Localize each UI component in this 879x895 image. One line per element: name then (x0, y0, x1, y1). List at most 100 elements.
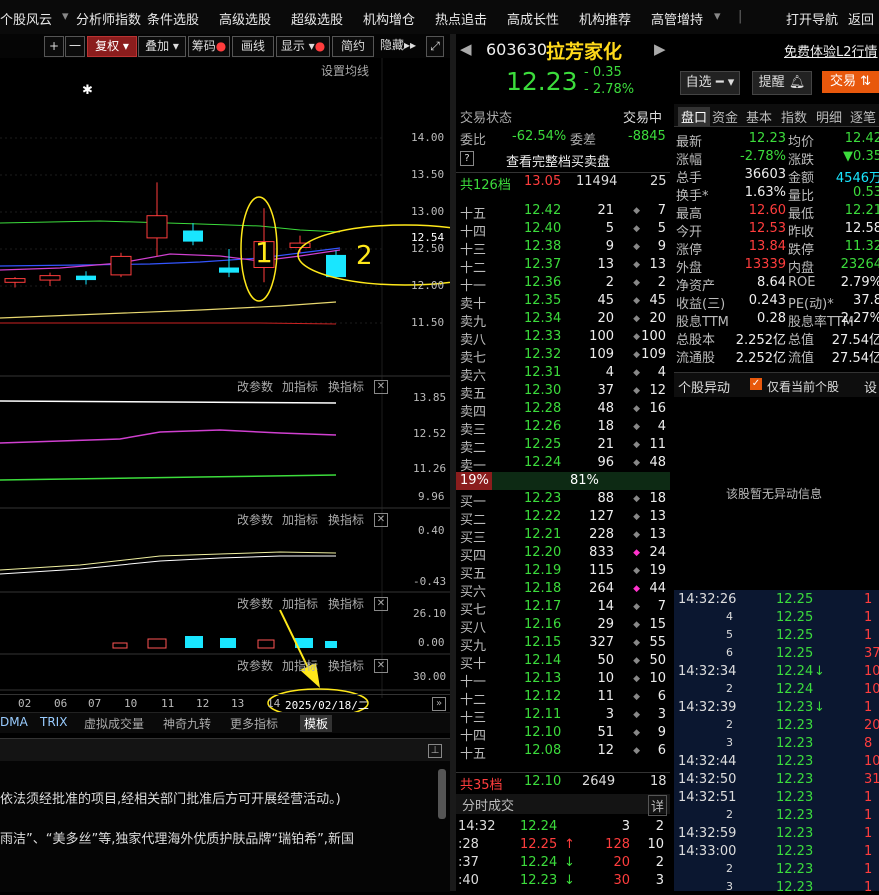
ma-settings-link[interactable]: 设置均线 (321, 62, 369, 79)
buy-level-row[interactable]: 十二 12.12 11 ◆ 6 (456, 688, 670, 708)
sell-level-row[interactable]: 十四 12.40 5 ◆ 5 (456, 220, 670, 240)
buy-level-row[interactable]: 买五 12.19 115 ◆ 19 (456, 562, 670, 582)
candle-body[interactable] (110, 255, 132, 276)
sell-level-row[interactable]: 卖五 12.30 37 ◆ 12 (456, 382, 670, 402)
tab-jiben[interactable]: 基本 (746, 107, 772, 126)
menu-gaoji[interactable]: 高级选股 (219, 9, 271, 28)
buy-level-row[interactable]: 买六 12.18 264 ◆ 44 (456, 580, 670, 600)
panel2-change-params[interactable]: 改参数 (237, 378, 273, 395)
full-book-link[interactable]: 查看完整档买卖盘 (506, 151, 610, 170)
buy-level-row[interactable]: 十四 12.10 51 ◆ 9 (456, 724, 670, 744)
candle-body[interactable] (183, 230, 203, 242)
fullscreen-icon[interactable]: ⤢ (426, 36, 444, 57)
candle-body[interactable] (219, 267, 239, 273)
buy-level-row[interactable]: 买十 12.14 50 ◆ 50 (456, 652, 670, 672)
panel3-add-indicator[interactable]: 加指标 (282, 511, 318, 528)
zixuan-button[interactable]: 自选 ━ ▾ (680, 71, 740, 95)
tab-pankou[interactable]: 盘口 (678, 107, 711, 126)
info-panel-pin-icon[interactable]: ⊥ (428, 744, 442, 758)
zoom-out-button[interactable]: 一 (65, 36, 85, 57)
panel4-switch-indicator[interactable]: 换指标 (328, 595, 364, 612)
menu-jigou-tuijian[interactable]: 机构推荐 (579, 9, 631, 28)
sell-level-row[interactable]: 十五 12.42 21 ◆ 7 (456, 202, 670, 222)
candle-body[interactable] (326, 254, 346, 278)
sell-level-row[interactable]: 卖十 12.35 45 ◆ 45 (456, 292, 670, 312)
menu-chaoji[interactable]: 超级选股 (291, 9, 343, 28)
menu-more-icon[interactable]: ▾ (714, 9, 721, 24)
panel4-close-icon[interactable]: ✕ (374, 597, 388, 611)
yincang-button[interactable]: 隐藏▸▸ (376, 36, 420, 55)
sell-level-row[interactable]: 卖一 12.24 96 ◆ 48 (456, 454, 670, 474)
panel3-switch-indicator[interactable]: 换指标 (328, 511, 364, 528)
sell-level-row[interactable]: 卖四 12.28 48 ◆ 16 (456, 400, 670, 420)
panel2-close-icon[interactable]: ✕ (374, 380, 388, 394)
free-l2-link[interactable]: 免费体验L2行情 (784, 41, 878, 60)
candle-body[interactable] (289, 242, 311, 249)
tab-zhubi[interactable]: 逐笔 (850, 107, 876, 126)
menu-dropdown-icon[interactable]: ▾ (62, 9, 69, 24)
candle-body[interactable] (39, 275, 61, 281)
next-stock-icon[interactable]: ▶ (654, 40, 666, 58)
jianyue-button[interactable]: 简约 (332, 36, 374, 57)
buy-level-row[interactable]: 买七 12.17 14 ◆ 7 (456, 598, 670, 618)
panel5-add-indicator[interactable]: 加指标 (282, 657, 318, 674)
candle-body[interactable] (76, 275, 96, 281)
menu-gaochengzhang[interactable]: 高成长性 (507, 9, 559, 28)
panel4-change-params[interactable]: 改参数 (237, 595, 273, 612)
tab-zijin[interactable]: 资金 (712, 107, 738, 126)
tab-mingxi[interactable]: 明细 (816, 107, 842, 126)
menu-gegu-fengyun[interactable]: 个股风云 (0, 9, 52, 28)
panel3-close-icon[interactable]: ✕ (374, 513, 388, 527)
zoom-in-button[interactable]: + (44, 36, 64, 57)
tab-trix[interactable]: TRIX (40, 715, 67, 729)
sell-level-row[interactable]: 十二 12.37 13 ◆ 13 (456, 256, 670, 276)
full-book-row[interactable]: ? 查看完整档买卖盘 (456, 150, 670, 170)
sell-level-row[interactable]: 卖九 12.34 20 ◆ 20 (456, 310, 670, 330)
only-current-checkbox[interactable]: ✓ (750, 378, 762, 390)
buy-level-row[interactable]: 买二 12.22 127 ◆ 13 (456, 508, 670, 528)
menu-fenxishi[interactable]: 分析师指数 (76, 9, 141, 28)
sell-level-row[interactable]: 卖六 12.31 4 ◆ 4 (456, 364, 670, 384)
sell-level-row[interactable]: 十三 12.38 9 ◆ 9 (456, 238, 670, 258)
menu-open-nav[interactable]: 打开导航 (786, 9, 838, 28)
sell-level-row[interactable]: 卖七 12.32 109 ◆ 109 (456, 346, 670, 366)
abnormal-settings[interactable]: 设 (864, 377, 877, 396)
candle-body[interactable] (146, 215, 168, 239)
panel2-add-indicator[interactable]: 加指标 (282, 378, 318, 395)
help-icon[interactable]: ? (460, 151, 474, 166)
menu-gaoguan[interactable]: 高管增持 (651, 9, 703, 28)
buy-level-row[interactable]: 买九 12.15 327 ◆ 55 (456, 634, 670, 654)
menu-redian[interactable]: 热点追击 (435, 9, 487, 28)
sell-level-row[interactable]: 卖二 12.25 21 ◆ 11 (456, 436, 670, 456)
buy-level-row[interactable]: 买八 12.16 29 ◆ 15 (456, 616, 670, 636)
panel5-switch-indicator[interactable]: 换指标 (328, 657, 364, 674)
tab-template[interactable]: 模板 (300, 715, 333, 732)
tab-zhishu[interactable]: 指数 (781, 107, 807, 126)
buy-level-row[interactable]: 买一 12.23 88 ◆ 18 (456, 490, 670, 510)
sell-level-row[interactable]: 卖八 12.33 100 ◆ 100 (456, 328, 670, 348)
menu-jigou-zengcang[interactable]: 机构增仓 (363, 9, 415, 28)
info-scrollbar[interactable] (438, 769, 446, 819)
menu-tiaojian[interactable]: 条件选股 (147, 9, 199, 28)
buy-level-row[interactable]: 买三 12.21 228 ◆ 13 (456, 526, 670, 546)
sell-level-row[interactable]: 卖三 12.26 18 ◆ 4 (456, 418, 670, 438)
chouma-button[interactable]: 筹码● (188, 36, 230, 57)
panel5-change-params[interactable]: 改参数 (237, 657, 273, 674)
jiaoyi-button[interactable]: 交易 ⇅ (822, 71, 879, 93)
panel3-change-params[interactable]: 改参数 (237, 511, 273, 528)
buy-level-row[interactable]: 十一 12.13 10 ◆ 10 (456, 670, 670, 690)
panel5-close-icon[interactable]: ✕ (374, 659, 388, 673)
buy-level-row[interactable]: 十三 12.11 3 ◆ 3 (456, 706, 670, 726)
candle-body[interactable] (4, 278, 26, 283)
huaxian-button[interactable]: 画线 (232, 36, 274, 57)
xianshi-button[interactable]: 显示 ▾● (276, 36, 330, 57)
fenshi-detail-button[interactable]: 详 (648, 795, 668, 816)
panel2-switch-indicator[interactable]: 换指标 (328, 378, 364, 395)
buy-level-row[interactable]: 买四 12.20 833 ◆ 24 (456, 544, 670, 564)
tixing-button[interactable]: 提醒 🔔︎ (752, 71, 812, 95)
sell-level-row[interactable]: 十一 12.36 2 ◆ 2 (456, 274, 670, 294)
tab-virtual-volume[interactable]: 虚拟成交量 (84, 715, 144, 732)
tab-dma[interactable]: DMA (0, 715, 28, 729)
panel4-add-indicator[interactable]: 加指标 (282, 595, 318, 612)
buy-level-row[interactable]: 十五 12.08 12 ◆ 6 (456, 742, 670, 762)
